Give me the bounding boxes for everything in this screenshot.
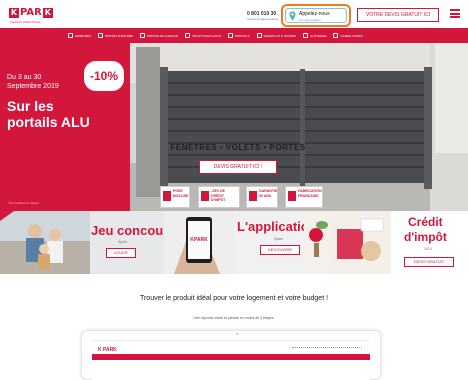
hero-quote-button[interactable]: DEVIS GRATUIT ICI ! [199, 160, 277, 174]
contest-title: Jeu concours [91, 223, 164, 238]
callback-subtext: ou rappel gratuit [299, 18, 321, 22]
hamburger-menu-icon[interactable] [450, 9, 460, 18]
france-flag-icon [288, 191, 296, 201]
tax-credit-panel[interactable]: Crédit d'impôt 2019 DEVIS GRATUIT [331, 211, 468, 274]
callback-button[interactable]: Appelez-nous ou rappel gratuit [285, 8, 347, 23]
door-icon [98, 33, 104, 38]
plant-photo [304, 211, 331, 274]
badge-tax-credit: -15% DE CRÉDIT D'IMPÔT [198, 186, 240, 208]
offer-legal-text: *Voir conditions en magasin [8, 202, 39, 205]
hero-banner[interactable]: Du 3 au 30 Septembre 2019 Sur les portai… [0, 43, 468, 211]
location-pin-icon [289, 11, 296, 21]
nav-item-doors[interactable]: PORTES D'ENTRÉE [98, 33, 133, 38]
discount-badge: -10% [84, 61, 124, 91]
installer-icon [163, 191, 171, 201]
mock-header-links [292, 347, 362, 350]
tax-sub: 2019 [424, 247, 432, 251]
app-sub: Kpark [274, 237, 284, 241]
main-nav: FENÊTRES PORTES D'ENTRÉE PORTES DE GARAG… [0, 28, 468, 43]
nav-item-gates[interactable]: PORTAILS [228, 33, 250, 38]
shutter-icon [185, 33, 190, 38]
tax-credit-icon [201, 191, 209, 201]
products-title: FENÊTRES • VOLETS • PORTES [170, 143, 306, 152]
nav-item-shutters[interactable]: VOLETS ROULANTS [185, 33, 221, 38]
svg-text:KPARK: KPARK [190, 237, 208, 243]
badge-installation-included: POSE INCLUSE [160, 186, 190, 208]
free-quote-button[interactable]: VOTRE DEVIS GRATUIT ICI [357, 8, 439, 22]
tablet-camera-icon [236, 333, 238, 335]
nav-item-windows[interactable]: FENÊTRES [68, 33, 91, 38]
finder-title: Trouver le produit idéal pour votre loge… [139, 295, 329, 302]
tax-photo [331, 211, 391, 274]
k-logo-icon: K [42, 8, 53, 18]
window-icon [68, 33, 73, 38]
mock-logo: K PARK [98, 347, 117, 353]
play-button[interactable]: JOUER [106, 248, 136, 258]
tax-quote-button[interactable]: DEVIS GRATUIT [404, 257, 454, 267]
nav-item-pergolas[interactable]: PERGOLAS & STORES [256, 33, 296, 38]
gate-icon [228, 33, 234, 38]
finder-subtitle: Une réponse claire et précise en moins d… [193, 316, 275, 320]
corner-ribbon [0, 211, 14, 221]
offer-headline: Sur les portails ALU [7, 98, 90, 130]
k-logo-icon: K [9, 8, 19, 18]
pergola-icon [256, 33, 262, 38]
tablet-screen[interactable]: K PARK [92, 340, 370, 380]
tax-title-line2: d'impôt [404, 230, 447, 244]
phone-subtext: service & appel gratuits [247, 17, 279, 21]
app-panel[interactable]: KPARK L'application Kpark DÉCOUVRIR [164, 211, 331, 274]
mock-nav-bar [92, 354, 370, 360]
badge-made-in-france: FABRICATION FRANÇAISE [285, 186, 323, 208]
tax-title-line1: Crédit [408, 215, 443, 229]
callback-highlight: Appelez-nous ou rappel gratuit [281, 4, 351, 27]
discover-app-button[interactable]: DÉCOUVRIR [260, 245, 300, 255]
garage-icon [140, 33, 146, 38]
logo-tagline: Fenêtres Volets Portes [10, 20, 41, 24]
offer-dates: Du 3 au 30 Septembre 2019 [7, 74, 59, 90]
badge-warranty: GARANTIE 30 ANS [246, 186, 278, 208]
kpark-logo[interactable]: K PAR K [9, 7, 54, 18]
fence-icon [303, 33, 309, 38]
promo-strip: Jeu concours Kpark JOUER KPARK L'applica… [0, 211, 468, 274]
railing-icon [333, 33, 339, 38]
callback-label: Appelez-nous [299, 11, 330, 17]
phone-in-hand-photo: KPARK [164, 211, 234, 274]
nav-item-garage-doors[interactable]: PORTES DE GARAGE [140, 33, 178, 38]
contest-panel[interactable]: Jeu concours Kpark JOUER [0, 211, 164, 274]
site-header: K PAR K Fenêtres Volets Portes 0 801 010 3… [0, 0, 468, 28]
contest-sub: Kpark [118, 240, 128, 244]
nav-item-fences[interactable]: CLÔTURES [303, 33, 326, 38]
nav-item-railings[interactable]: GARDE-CORPS [333, 33, 363, 38]
warranty-icon [249, 191, 257, 201]
